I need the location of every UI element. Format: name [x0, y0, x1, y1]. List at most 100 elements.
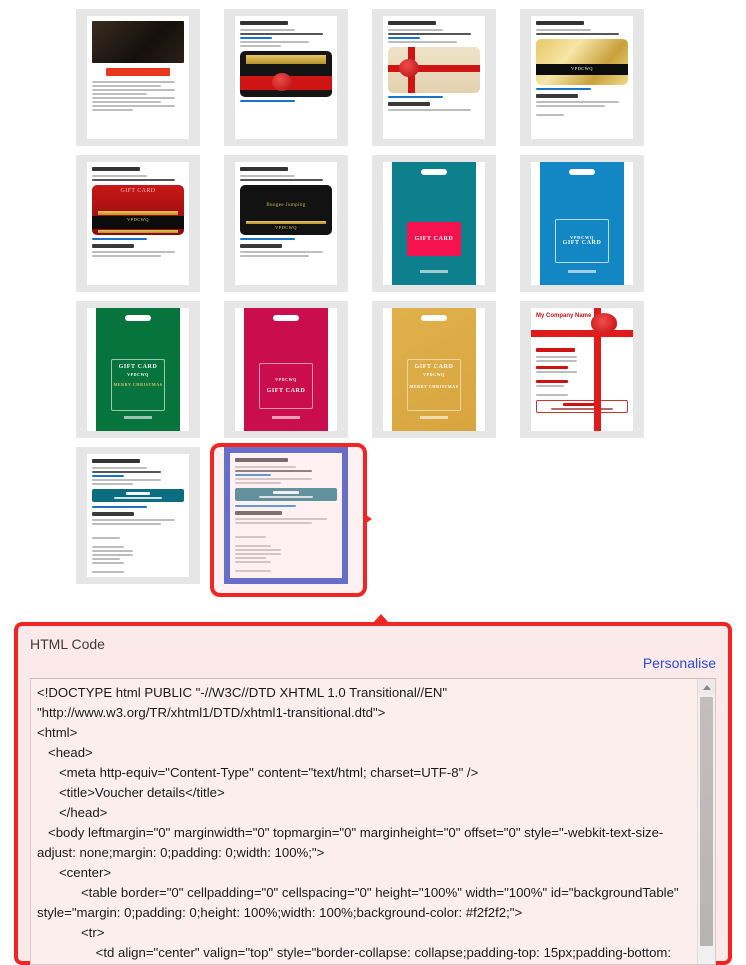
text-line [235, 466, 297, 468]
thumbnail-tile[interactable]: VPDCWQ GIFT CARD [224, 301, 348, 438]
template-thumbnail-plain-voucher[interactable] [76, 447, 200, 584]
text-line [536, 385, 564, 387]
footer-line [420, 270, 448, 273]
product-label: Bungee Jumping [266, 203, 306, 208]
gift-card-title: GIFT CARD [120, 188, 156, 194]
template-thumbnail-gift-card-green-christmas[interactable]: GIFT CARD VPDCWQ MERRY CHRISTMAS [76, 301, 200, 438]
thumbnail-tile[interactable] [372, 9, 496, 146]
additional-info-heading [536, 380, 569, 383]
mini-email-preview: GIFT CARD VPDCWQ [87, 162, 189, 285]
text-line [92, 250, 175, 253]
gift-card-graphic: GIFT CARD VPDCWQ [92, 185, 184, 235]
thumbnail-tile[interactable]: GIFT CARD VPDCWQ MERRY CHRISTMAS [372, 301, 496, 438]
text-line [240, 179, 323, 181]
text-line [92, 89, 175, 91]
personalise-link[interactable]: Personalise [643, 655, 716, 671]
voucher-code-label: VPDCWQ [127, 371, 149, 377]
gift-card-graphic: VPDCWQ GIFT CARD [555, 218, 609, 263]
panel-pointer-arrow-icon [373, 614, 389, 623]
product-link-line [92, 475, 125, 477]
gift-card-graphic: GIFT CARD VPDCWQ MERRY CHRISTMAS [407, 358, 461, 411]
voucher-code-box [536, 400, 628, 413]
merry-christmas-label: MERRY CHRISTMAS [113, 381, 163, 387]
thumbnail-preview: VPDCWQ GIFT CARD [531, 162, 633, 285]
thumbnail-tile[interactable]: GIFT CARD VPDCWQ MERRY CHRISTMAS [76, 301, 200, 438]
text-line [388, 29, 444, 31]
redeem-voucher-button-preview [106, 68, 170, 76]
gift-card-graphic: GIFT CARD [407, 221, 461, 256]
thumbnail-tile[interactable]: GIFT CARD [372, 155, 496, 292]
thumbnail-tile[interactable] [76, 447, 200, 584]
card-content: VPDCWQ GIFT CARD [251, 334, 321, 421]
thumbnail-tile[interactable] [76, 9, 200, 146]
text-line [240, 45, 282, 47]
gallery-row [0, 447, 746, 584]
redeem-link-line [92, 506, 148, 508]
text-line [92, 85, 161, 87]
template-thumbnail-gift-card-pink-christmas[interactable]: VPDCWQ GIFT CARD [224, 301, 348, 438]
mini-email-preview: VPDCWQ [531, 16, 633, 139]
thumbnail-tile[interactable]: GIFT CARD VPDCWQ [76, 155, 200, 292]
thumbnail-preview: GIFT CARD [383, 162, 485, 285]
template-thumbnail-gift-card-gold-christmas[interactable]: GIFT CARD VPDCWQ MERRY CHRISTMAS [372, 301, 496, 438]
text-line [92, 254, 161, 257]
text-line [240, 254, 309, 257]
gift-card-title: GIFT CARD [118, 363, 158, 370]
code-editor-area[interactable]: <!DOCTYPE html PUBLIC "-//W3C//DTD XHTML… [30, 678, 716, 965]
voucher-code-label: VPDCWQ [127, 217, 149, 222]
template-thumbnail-gift-card-blue[interactable]: VPDCWQ GIFT CARD [520, 155, 644, 292]
thumbnail-tile[interactable]: Bungee Jumping VPDCWQ [224, 155, 348, 292]
scroll-thumb[interactable] [700, 697, 713, 946]
thumbnail-tile[interactable] [224, 9, 348, 146]
voucher-code-banner [92, 489, 184, 502]
scroll-up-button[interactable] [698, 679, 715, 695]
gift-card-title: GIFT CARD [414, 363, 454, 370]
text-line [536, 356, 578, 358]
gold-bar [97, 211, 179, 215]
template-thumbnail-gift-card-red-bow[interactable] [224, 9, 348, 146]
code-scrollbar[interactable] [697, 679, 715, 964]
gold-bar [97, 230, 179, 233]
product-link-line [388, 37, 421, 39]
text-line [235, 470, 312, 472]
template-thumbnail-gift-card-gold[interactable]: VPDCWQ [520, 9, 644, 146]
template-thumbnail-gift-card-beige-bow[interactable] [372, 9, 496, 146]
template-thumbnail-gift-card-teal[interactable]: GIFT CARD [372, 155, 496, 292]
thumbnail-tile[interactable]: VPDCWQ [520, 9, 644, 146]
template-thumbnail-gift-card-red[interactable]: GIFT CARD VPDCWQ [76, 155, 200, 292]
voucher-code-label: VPDCWQ [423, 371, 445, 377]
gift-card-graphic: Bungee Jumping VPDCWQ [240, 185, 332, 235]
product-link-line [240, 37, 273, 39]
template-thumbnail-my-company-ribbon[interactable]: My Company Name [520, 301, 644, 438]
text-line [240, 250, 323, 253]
thumbnail-tile[interactable]: My Company Name [520, 301, 644, 438]
thumbnail-tile-selected[interactable] [224, 447, 348, 584]
text-line [92, 557, 120, 560]
voucher-code-label [272, 491, 300, 494]
greeting-line [536, 21, 584, 25]
gift-card-graphic [240, 51, 332, 97]
additional-info-heading [92, 244, 135, 248]
greeting-line [240, 167, 288, 171]
text-line [536, 33, 619, 35]
product-link-line [536, 366, 569, 369]
voucher-validity-label [114, 497, 162, 499]
thumbnail-preview: GIFT CARD VPDCWQ MERRY CHRISTMAS [383, 308, 485, 431]
greeting-line [388, 21, 436, 25]
template-gallery: VPDCWQ GIFT CARD VPDCWQ Bungee Jumping V… [0, 0, 746, 593]
template-thumbnail-gift-card-black[interactable]: Bungee Jumping VPDCWQ [224, 155, 348, 292]
thumbnail-preview [87, 454, 189, 577]
redeem-link-line [235, 505, 297, 507]
text-line [92, 97, 175, 99]
card-content: GIFT CARD VPDCWQ MERRY CHRISTMAS [103, 334, 173, 421]
template-thumbnail-plain-voucher-selected[interactable] [224, 447, 348, 584]
template-thumbnail-experience-awaits[interactable] [76, 9, 200, 146]
html-code-textarea[interactable]: <!DOCTYPE html PUBLIC "-//W3C//DTD XHTML… [31, 679, 698, 964]
thumbnail-tile[interactable]: VPDCWQ GIFT CARD [520, 155, 644, 292]
merry-christmas-label: MERRY CHRISTMAS [409, 383, 459, 389]
thumbnail-preview: VPDCWQ GIFT CARD [235, 308, 337, 431]
mini-email-preview: GIFT CARD VPDCWQ MERRY CHRISTMAS [96, 308, 180, 431]
gift-card-graphic [388, 47, 480, 93]
text-line [92, 471, 161, 473]
text-line [235, 482, 281, 484]
